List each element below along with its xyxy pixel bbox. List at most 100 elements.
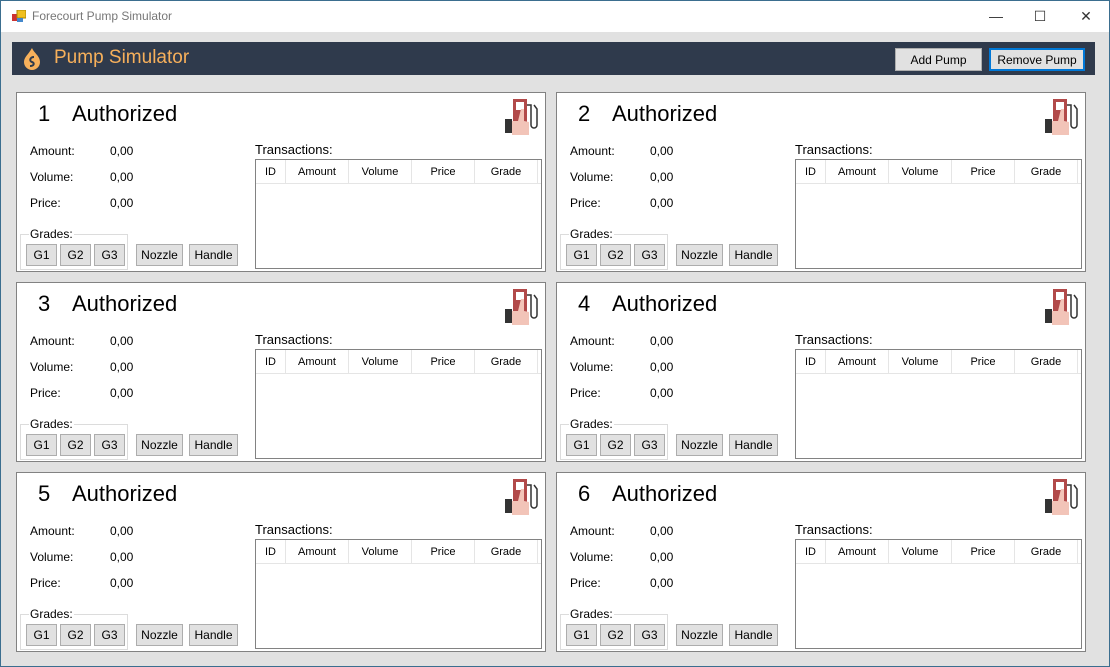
transactions-header: ID Amount Volume Price Grade [256,540,541,564]
volume-value: 0,00 [110,360,134,374]
remove-pump-button[interactable]: Remove Pump [989,48,1085,71]
grade-g2-button[interactable]: G2 [600,624,631,646]
pump-status: Authorized [612,481,718,506]
nozzle-button[interactable]: Nozzle [136,434,183,456]
price-label: Price: [30,386,61,400]
fuel-pump-hand-icon[interactable] [503,477,543,517]
grade-g2-button[interactable]: G2 [60,624,91,646]
transactions-list[interactable]: ID Amount Volume Price Grade [795,539,1082,649]
fuel-pump-hand-icon[interactable] [503,97,543,137]
grade-g3-button[interactable]: G3 [634,624,665,646]
column-header[interactable]: Price [412,540,475,563]
grade-g1-button[interactable]: G1 [566,624,597,646]
column-header[interactable]: Price [412,350,475,373]
column-header[interactable]: Volume [349,540,412,563]
price-value: 0,00 [650,196,674,210]
column-header[interactable]: ID [796,540,826,563]
grade-g2-button[interactable]: G2 [60,244,91,266]
flame-logo-icon [24,48,40,70]
column-header[interactable]: Price [952,540,1015,563]
column-header[interactable]: Amount [286,540,349,563]
nozzle-button[interactable]: Nozzle [136,244,183,266]
title-bar: Forecourt Pump Simulator — ☐ ✕ [1,1,1109,32]
fuel-pump-hand-icon[interactable] [503,287,543,327]
pump-panel: 2 Authorized Amount: 0,00 Volume: 0,00 P… [556,92,1086,272]
transactions-list[interactable]: ID Amount Volume Price Grade [255,159,542,269]
transactions-list[interactable]: ID Amount Volume Price Grade [255,349,542,459]
fuel-pump-hand-icon[interactable] [1043,287,1083,327]
grade-g3-button[interactable]: G3 [634,434,665,456]
column-header[interactable]: Amount [286,350,349,373]
column-header[interactable]: Volume [349,160,412,183]
column-header[interactable]: Price [412,160,475,183]
handle-button[interactable]: Handle [189,434,238,456]
handle-button[interactable]: Handle [729,244,778,266]
grade-g2-button[interactable]: G2 [60,434,91,456]
grade-g3-button[interactable]: G3 [94,434,125,456]
column-header[interactable]: ID [256,160,286,183]
column-header[interactable]: ID [256,350,286,373]
transactions-list[interactable]: ID Amount Volume Price Grade [795,349,1082,459]
grade-g2-button[interactable]: G2 [600,244,631,266]
nozzle-button[interactable]: Nozzle [676,434,723,456]
volume-label: Volume: [570,360,614,374]
pump-status: Authorized [612,291,718,316]
column-header[interactable]: Grade [1015,540,1078,563]
amount-label: Amount: [570,144,615,158]
grade-g1-button[interactable]: G1 [566,244,597,266]
grade-g1-button[interactable]: G1 [566,434,597,456]
grades-label: Grades: [569,227,614,241]
column-header[interactable]: Amount [286,160,349,183]
grades-label: Grades: [569,417,614,431]
handle-button[interactable]: Handle [189,624,238,646]
column-header[interactable]: Grade [475,350,538,373]
column-header[interactable]: Grade [1015,160,1078,183]
pump-status: Authorized [612,101,718,126]
grade-g2-button[interactable]: G2 [600,434,631,456]
pump-status: Authorized [72,481,178,506]
column-header[interactable]: Price [952,160,1015,183]
grades-label: Grades: [569,607,614,621]
nozzle-button[interactable]: Nozzle [136,624,183,646]
add-pump-button[interactable]: Add Pump [895,48,982,71]
volume-label: Volume: [30,170,74,184]
column-header[interactable]: Volume [349,350,412,373]
column-header[interactable]: Amount [826,350,889,373]
transactions-list[interactable]: ID Amount Volume Price Grade [255,539,542,649]
grade-g3-button[interactable]: G3 [634,244,665,266]
nozzle-button[interactable]: Nozzle [676,244,723,266]
column-header[interactable]: Grade [475,160,538,183]
handle-button[interactable]: Handle [729,434,778,456]
column-header[interactable]: Grade [1015,350,1078,373]
fuel-pump-hand-icon[interactable] [1043,477,1083,517]
column-header[interactable]: Volume [889,540,952,563]
column-header[interactable]: Grade [475,540,538,563]
transactions-list[interactable]: ID Amount Volume Price Grade [795,159,1082,269]
column-header[interactable]: ID [796,350,826,373]
transactions-header: ID Amount Volume Price Grade [796,160,1081,184]
pump-panel: 4 Authorized Amount: 0,00 Volume: 0,00 P… [556,282,1086,462]
column-header[interactable]: Price [952,350,1015,373]
nozzle-button[interactable]: Nozzle [676,624,723,646]
column-header[interactable]: Amount [826,540,889,563]
handle-button[interactable]: Handle [189,244,238,266]
grade-g1-button[interactable]: G1 [26,624,57,646]
minimize-button[interactable]: — [973,1,1019,32]
column-header[interactable]: Volume [889,350,952,373]
column-header[interactable]: Amount [826,160,889,183]
grade-g1-button[interactable]: G1 [26,244,57,266]
grade-g3-button[interactable]: G3 [94,624,125,646]
pump-panel: 1 Authorized Amount: 0,00 Volume: 0,00 P… [16,92,546,272]
amount-label: Amount: [30,334,75,348]
transactions-header: ID Amount Volume Price Grade [256,160,541,184]
column-header[interactable]: Volume [889,160,952,183]
pump-panel: 6 Authorized Amount: 0,00 Volume: 0,00 P… [556,472,1086,652]
handle-button[interactable]: Handle [729,624,778,646]
column-header[interactable]: ID [796,160,826,183]
grade-g3-button[interactable]: G3 [94,244,125,266]
grade-g1-button[interactable]: G1 [26,434,57,456]
fuel-pump-hand-icon[interactable] [1043,97,1083,137]
close-button[interactable]: ✕ [1063,1,1109,32]
column-header[interactable]: ID [256,540,286,563]
maximize-button[interactable]: ☐ [1017,1,1063,32]
